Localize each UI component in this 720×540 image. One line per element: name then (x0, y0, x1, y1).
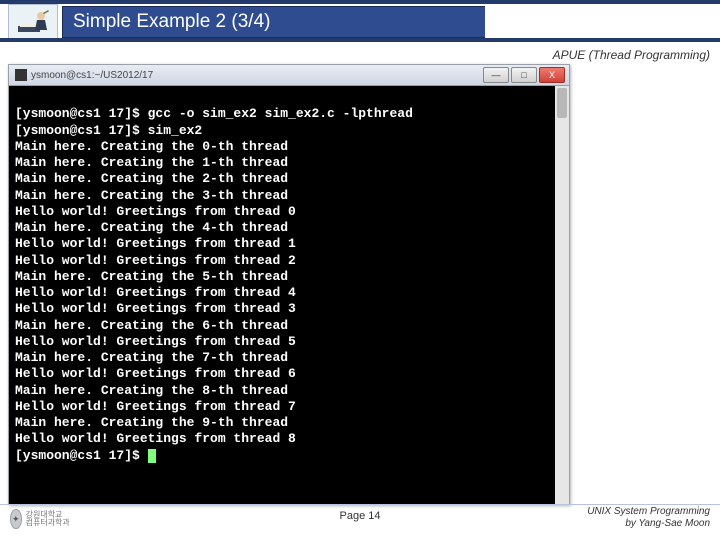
footer-line2: by Yang-Sae Moon (625, 518, 710, 529)
maximize-button[interactable]: □ (511, 67, 537, 83)
slide-title: Simple Example 2 (3/4) (62, 6, 485, 38)
terminal-titlebar: ysmoon@cs1:~/US2012/17 — □ X (9, 65, 569, 86)
slide-footer: ✦ 강원대학교 컴퓨터과학과 Page 14 UNIX System Progr… (0, 504, 720, 534)
footer-line1: UNIX System Programming (587, 506, 710, 517)
terminal-title-text: ysmoon@cs1:~/US2012/17 (31, 70, 153, 81)
university-badge-icon: ✦ (10, 509, 22, 529)
scrollbar-vertical[interactable] (555, 86, 569, 504)
slide-title-text: Simple Example 2 (3/4) (73, 11, 270, 33)
terminal-app-icon (15, 69, 27, 81)
footer-credits: UNIX System Programming by Yang-Sae Moon (587, 506, 710, 530)
close-button[interactable]: X (539, 67, 565, 83)
window-buttons: — □ X (483, 67, 565, 83)
slide-subtitle: APUE (Thread Programming) (553, 48, 710, 62)
university-name: 강원대학교 컴퓨터과학과 (26, 511, 70, 527)
university-logo: ✦ 강원대학교 컴퓨터과학과 (10, 508, 70, 530)
page-number: Page 14 (340, 510, 381, 522)
lecturer-icon (8, 4, 58, 40)
terminal-body: [ysmoon@cs1 17]$ gcc -o sim_ex2 sim_ex2.… (9, 86, 569, 504)
slide-header: Simple Example 2 (3/4) (0, 0, 720, 44)
slide-root: Simple Example 2 (3/4) APUE (Thread Prog… (0, 0, 720, 540)
cursor-icon (148, 449, 156, 463)
terminal-window: ysmoon@cs1:~/US2012/17 — □ X [ysmoon@cs1… (8, 64, 570, 505)
minimize-button[interactable]: — (483, 67, 509, 83)
